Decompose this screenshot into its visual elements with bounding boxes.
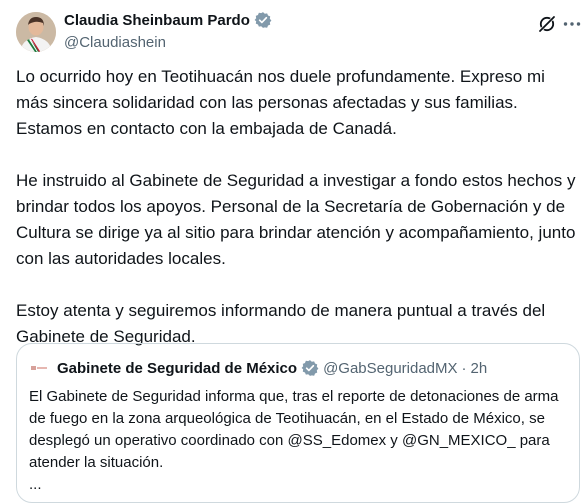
quoted-tweet-text: El Gabinete de Seguridad informa que, tr…: [29, 386, 565, 496]
tweet-text: Lo ocurrido hoy en Teotihuacán nos duele…: [16, 64, 576, 376]
author-name[interactable]: Claudia Sheinbaum Pardo: [64, 12, 250, 29]
quoted-tweet-header: Gabinete de Seguridad de México @GabSegu…: [29, 358, 487, 378]
quoted-tweet-body: El Gabinete de Seguridad informa que, tr…: [29, 388, 559, 471]
verified-badge-icon: [254, 12, 272, 28]
quoted-author-handle[interactable]: @GabSeguridadMX: [323, 360, 457, 377]
quoted-tweet[interactable]: Gabinete de Seguridad de México @GabSegu…: [16, 343, 580, 503]
profile-photo-icon: [16, 12, 56, 52]
author-handle[interactable]: @Claudiashein: [64, 34, 166, 51]
separator-dot: ·: [461, 359, 467, 377]
tweet-paragraph: Lo ocurrido hoy en Teotihuacán nos duele…: [16, 67, 545, 138]
more-options-icon[interactable]: [562, 14, 582, 34]
grok-icon[interactable]: [537, 14, 557, 34]
author-name-row[interactable]: Claudia Sheinbaum Pardo: [64, 11, 272, 29]
verified-badge-icon: [301, 360, 319, 376]
quoted-timestamp[interactable]: 2h: [471, 360, 488, 377]
tweet-paragraph: He instruido al Gabinete de Seguridad a …: [16, 171, 576, 268]
gabinete-logo-icon: [29, 358, 49, 378]
avatar[interactable]: [16, 12, 56, 52]
quoted-author-name[interactable]: Gabinete de Seguridad de México: [57, 360, 297, 377]
truncation-ellipsis: ...: [29, 476, 42, 493]
